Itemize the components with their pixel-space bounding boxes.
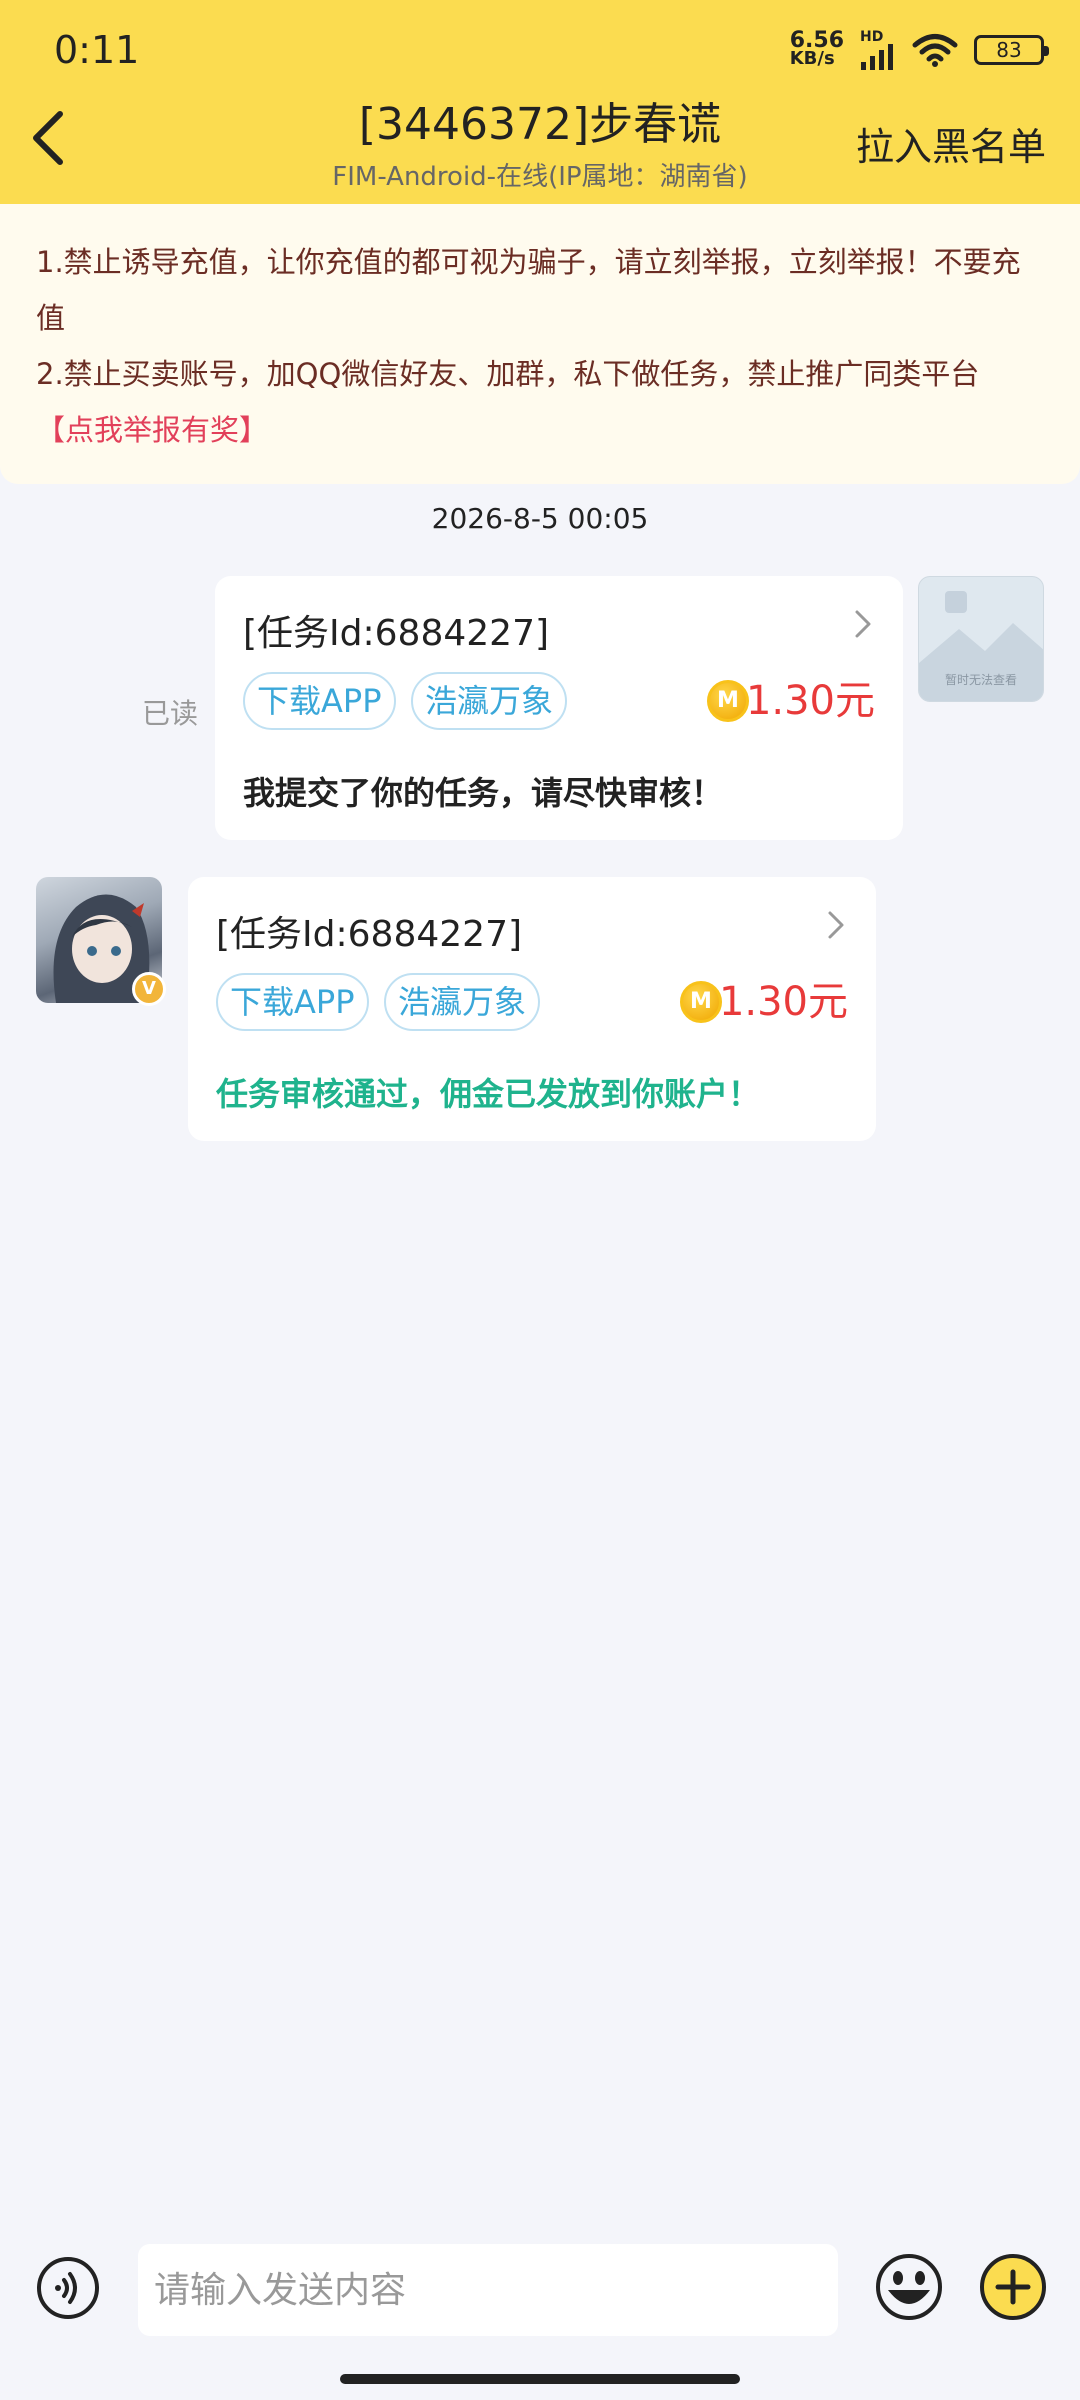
- task-id: [任务Id:6884227]: [216, 914, 523, 955]
- notice-panel: 1.禁止诱导充值，让你充值的都可视为骗子，请立刻举报，立刻举报！不要充值 2.禁…: [0, 204, 1080, 484]
- task-card-received[interactable]: [任务Id:6884227] 下载APP 浩瀛万象 M 1.30元 任务审核通过…: [188, 877, 876, 1141]
- task-price: 1.30元: [718, 979, 848, 1025]
- message-text: 我提交了你的任务，请尽快审核！: [243, 774, 724, 812]
- notice-line-1: 1.禁止诱导充值，让你充值的都可视为骗子，请立刻举报，立刻举报！不要充值: [36, 245, 1021, 335]
- coin-icon: M: [707, 680, 749, 722]
- emoji-button[interactable]: [874, 2252, 944, 2322]
- status-time: 0:11: [54, 28, 140, 72]
- task-tag: 浩瀛万象: [411, 672, 568, 730]
- wifi-icon: [912, 34, 958, 67]
- coin-icon: M: [680, 981, 722, 1023]
- header: 0:11 6.56 KB/s HD 83 [3446372]步春谎 FIM-An…: [0, 0, 1080, 204]
- hd-label: HD: [860, 29, 884, 45]
- read-label: 已读: [142, 697, 199, 730]
- avatar-caption: 暂时无法查看: [944, 673, 1017, 687]
- task-tag: 浩瀛万象: [384, 973, 541, 1031]
- status-icons: 6.56 KB/s HD 83: [789, 30, 1049, 70]
- report-link[interactable]: 【点我举报有奖】: [36, 413, 268, 447]
- message-text: 任务审核通过，佣金已发放到你账户！: [216, 1075, 761, 1113]
- task-tag: 下载APP: [243, 672, 396, 730]
- task-card-sent[interactable]: [任务Id:6884227] 下载APP 浩瀛万象 M 1.30元 我提交了你的…: [215, 576, 903, 840]
- battery-level: 83: [996, 38, 1022, 62]
- chat-timestamp: 2026-8-5 00:05: [431, 502, 649, 535]
- emoji-icon: [876, 2254, 942, 2320]
- signal-icon: [861, 44, 893, 70]
- battery-icon: 83: [974, 35, 1049, 65]
- message-input[interactable]: [138, 2244, 838, 2336]
- chevron-right-icon: [855, 610, 871, 638]
- my-avatar[interactable]: 暂时无法查看: [918, 576, 1044, 702]
- blacklist-button[interactable]: 拉入黑名单: [856, 116, 1046, 171]
- task-tag: 下载APP: [216, 973, 369, 1031]
- chevron-right-icon: [828, 911, 844, 939]
- task-id: [任务Id:6884227]: [243, 613, 550, 654]
- input-bar: [0, 2220, 1080, 2400]
- vip-badge: V: [132, 972, 166, 1006]
- notice-line-2: 2.禁止买卖账号，加QQ微信好友、加群，私下做任务，禁止推广同类平台: [36, 357, 980, 391]
- signal-group: HD: [860, 30, 896, 70]
- home-indicator[interactable]: [340, 2374, 740, 2384]
- task-price: 1.30元: [745, 678, 875, 724]
- voice-icon: [55, 2285, 61, 2291]
- plus-button[interactable]: [978, 2252, 1048, 2322]
- voice-button[interactable]: [36, 2256, 100, 2320]
- network-speed-unit: KB/s: [789, 48, 835, 69]
- network-speed: 6.56 KB/s: [789, 30, 844, 69]
